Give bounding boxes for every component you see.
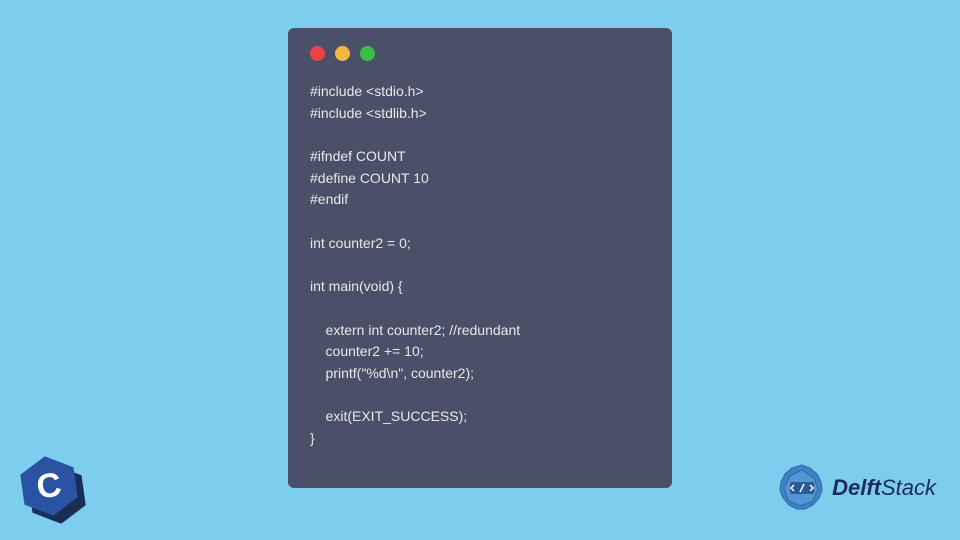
minimize-icon bbox=[335, 46, 350, 61]
delftstack-logo: DelftStack bbox=[776, 462, 936, 514]
window-controls bbox=[310, 46, 650, 61]
delftstack-text: DelftStack bbox=[832, 475, 936, 501]
code-block: #include <stdio.h> #include <stdlib.h> #… bbox=[310, 81, 650, 450]
c-logo-letter: C bbox=[34, 465, 64, 507]
brand-name-delft: Delft bbox=[832, 475, 881, 500]
brand-name-stack: Stack bbox=[881, 475, 936, 500]
delftstack-gear-icon bbox=[776, 462, 828, 514]
c-language-logo: C bbox=[22, 456, 76, 516]
code-window: #include <stdio.h> #include <stdlib.h> #… bbox=[288, 28, 672, 488]
close-icon bbox=[310, 46, 325, 61]
maximize-icon bbox=[360, 46, 375, 61]
